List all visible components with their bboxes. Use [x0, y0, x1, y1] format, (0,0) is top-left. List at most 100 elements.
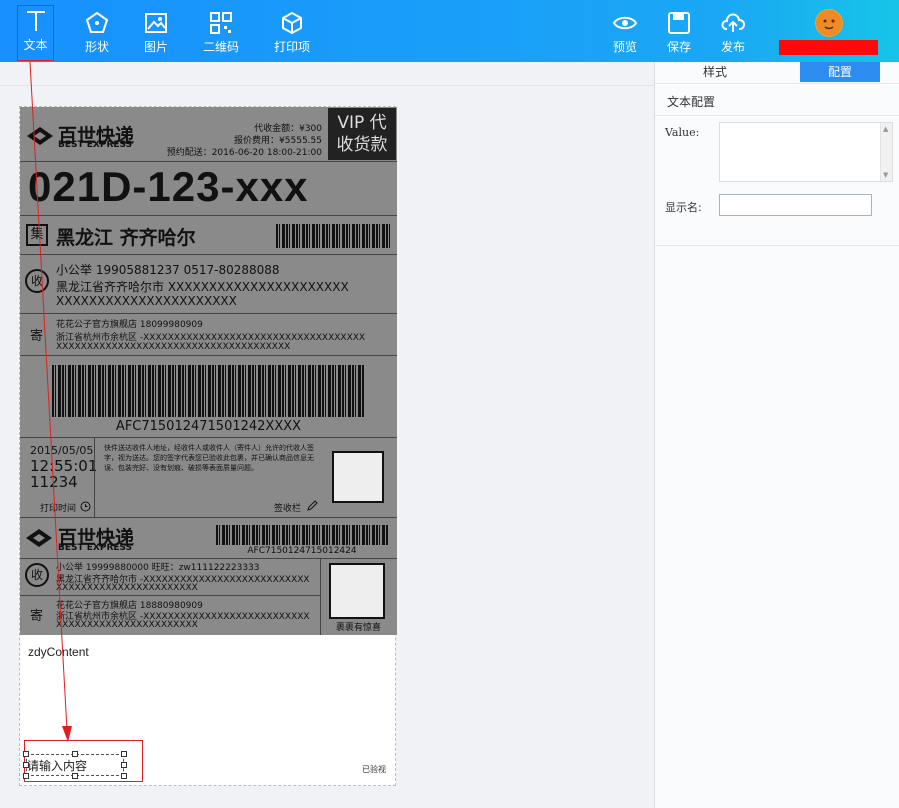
resize-handle[interactable]	[121, 762, 127, 768]
value-label: Value:	[665, 126, 700, 139]
stub-brand-en: BEST EXPRESS	[58, 543, 133, 553]
textarea-scrollbar[interactable]: ▲ ▼	[880, 123, 892, 181]
qr-code-2	[329, 563, 385, 619]
tracking-number: AFC715012471501242XXXX	[115, 419, 302, 434]
resize-handle[interactable]	[72, 773, 78, 779]
sign-label: 签收栏	[274, 504, 302, 514]
receiver-contact: 小公举 19905881237 0517-80288088	[56, 263, 280, 277]
best-express-logo-icon	[27, 127, 53, 145]
text-config-title: 文本配置	[655, 84, 899, 116]
divider	[20, 161, 397, 162]
shape-tool-label: 形状	[84, 40, 109, 54]
divider	[20, 254, 397, 255]
divider	[20, 595, 320, 596]
resize-handle[interactable]	[23, 751, 29, 757]
divider	[20, 355, 397, 356]
resize-handle[interactable]	[23, 762, 29, 768]
custom-content-text[interactable]: zdyContent	[28, 645, 89, 659]
eye-icon	[612, 16, 638, 30]
image-tool-label: 图片	[143, 40, 168, 54]
express-label-template: 百世快递 BEST EXPRESS 代收金额：¥300 报价费用：¥5555.5…	[20, 107, 397, 635]
qrcode-tool-button[interactable]: 二维码	[196, 8, 246, 60]
image-icon	[145, 13, 167, 33]
receiver-address-1: 黑龙江省齐齐哈尔市 XXXXXXXXXXXXXXXXXXXXXX	[56, 280, 349, 294]
text-icon	[26, 11, 45, 31]
scroll-down-icon[interactable]: ▼	[883, 171, 888, 179]
stub-receiver-address-2: XXXXXXXXXXXXXXXXXXXXXXX	[56, 583, 198, 593]
stub-ji-badge: 寄	[30, 609, 44, 624]
divider	[20, 558, 397, 559]
save-label: 保存	[666, 40, 691, 54]
qrcode-tool-label: 二维码	[202, 40, 239, 54]
brand-name-en: BEST EXPRESS	[58, 140, 133, 150]
print-item-icon	[282, 11, 302, 35]
delivery-notice: 快件送达收件人地址，经收件人或收件人（寄件人）允许的代收人签字，视为送达。您的签…	[104, 444, 314, 472]
ji-badge: 集	[26, 224, 48, 246]
sorting-code: 021D-123-xxx	[28, 163, 309, 210]
username-redacted-bar	[779, 40, 878, 55]
qrcode-icon	[210, 12, 232, 34]
property-panel: 样式 配置 文本配置 Value: ▲ ▼ 显示名:	[654, 62, 899, 808]
divider-vertical	[94, 437, 95, 517]
print-time-label: 打印时间	[40, 504, 77, 514]
clock-icon	[80, 501, 91, 512]
delivery-time: 预约配送：2016-06-20 18:00-21:00	[166, 148, 322, 158]
publish-label: 发布	[720, 40, 745, 54]
divider	[20, 517, 397, 518]
preview-label: 预览	[612, 40, 637, 54]
top-toolbar: 文本 形状 图片 二维码 打印项 预览 保存 发布	[0, 0, 899, 62]
label-canvas[interactable]: 百世快递 BEST EXPRESS 代收金额：¥300 报价费用：¥5555.5…	[19, 106, 397, 786]
publish-button[interactable]: 发布	[708, 8, 758, 60]
sender-contact: 花花公子官方旗舰店 18099980909	[56, 320, 203, 330]
cloud-upload-icon	[721, 13, 746, 32]
display-name-input[interactable]	[719, 194, 872, 216]
workspace-ruler	[0, 62, 654, 86]
resize-handle[interactable]	[121, 773, 127, 779]
preview-button[interactable]: 预览	[600, 8, 650, 60]
small-barcode	[276, 224, 390, 248]
avatar-face-icon	[816, 10, 842, 36]
tab-config[interactable]: 配置	[800, 62, 880, 82]
destination-region: 黑龙江 齐齐哈尔	[56, 227, 196, 249]
save-icon	[668, 12, 690, 34]
vip-cod-box: VIP 代 收货款	[328, 108, 396, 160]
value-textarea[interactable]: ▲ ▼	[719, 122, 893, 182]
shou-badge: 收	[25, 269, 49, 293]
resize-handle[interactable]	[23, 773, 29, 779]
divider	[20, 215, 397, 216]
receiver-address-2: XXXXXXXXXXXXXXXXXXXXXX	[56, 294, 237, 308]
shape-tool-button[interactable]: 形状	[72, 8, 122, 60]
qr-code-1	[332, 451, 384, 503]
resize-handle[interactable]	[121, 751, 127, 757]
vip-line-2: 收货款	[336, 135, 388, 155]
print-item-tool-label: 打印项	[273, 40, 310, 54]
text-tool-label: 文本	[23, 38, 48, 52]
inspected-stamp: 已验视	[362, 765, 386, 774]
display-name-label: 显示名:	[665, 201, 702, 214]
shape-icon	[85, 11, 109, 33]
print-date: 2015/05/05	[30, 444, 94, 457]
print-count: 11234	[30, 473, 78, 491]
image-tool-button[interactable]: 图片	[131, 8, 181, 60]
main-barcode	[52, 365, 364, 417]
divider	[20, 437, 397, 438]
scroll-up-icon[interactable]: ▲	[883, 125, 888, 133]
tab-style[interactable]: 样式	[675, 62, 755, 82]
user-avatar[interactable]	[815, 9, 843, 37]
pen-icon	[307, 500, 318, 511]
ji-sender-badge: 寄	[30, 329, 44, 344]
text-config-form: Value: ▲ ▼ 显示名:	[655, 116, 899, 246]
stub-sender-address-2: XXXXXXXXXXXXXXXXXXXXXXX	[56, 620, 198, 630]
sender-address-2: XXXXXXXXXXXXXXXXXXXXXXXXXXXXXXXXXXXXXX	[56, 342, 291, 352]
stub-barcode	[216, 525, 388, 545]
vip-line-1: VIP 代	[337, 113, 387, 133]
text-element-placeholder: 请输入内容	[27, 759, 88, 773]
divider	[20, 313, 397, 314]
best-express-logo-icon	[26, 529, 52, 547]
resize-handle[interactable]	[72, 751, 78, 757]
panel-tabs: 样式 配置	[655, 62, 899, 84]
stub-shou-badge: 收	[25, 563, 49, 587]
save-button[interactable]: 保存	[654, 8, 704, 60]
text-tool-button[interactable]: 文本	[17, 5, 54, 61]
print-item-tool-button[interactable]: 打印项	[267, 8, 317, 60]
